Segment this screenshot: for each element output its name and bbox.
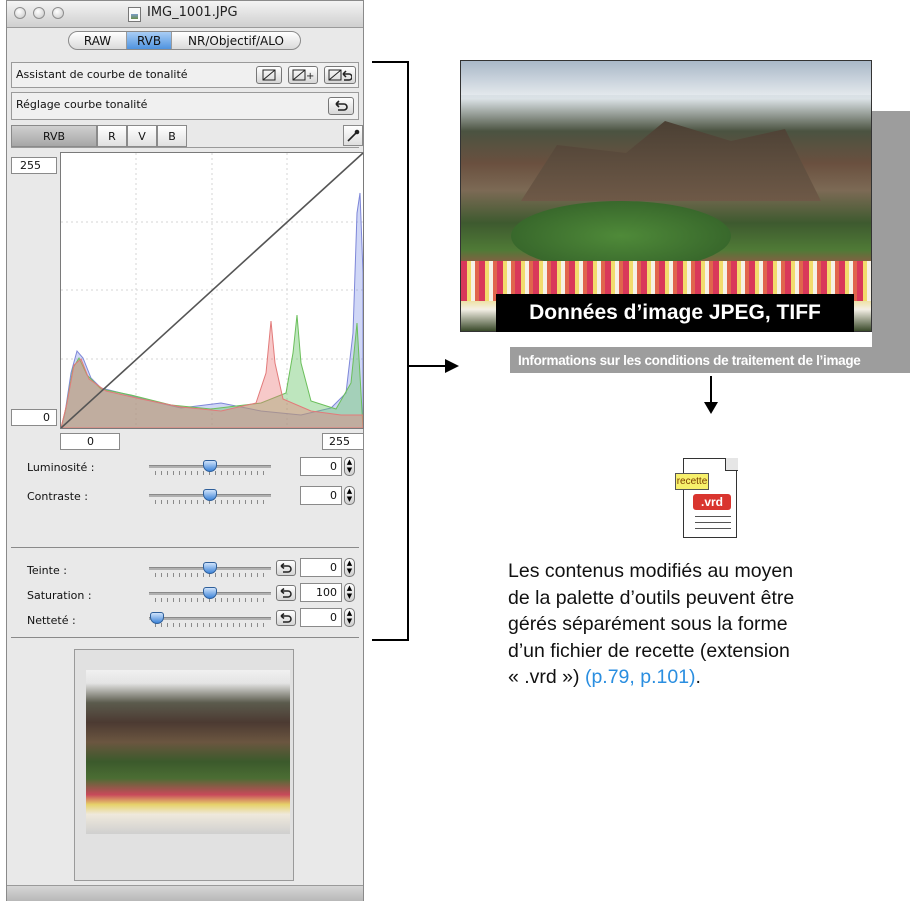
sharpness-label: Netteté : [27,614,76,627]
title-bar[interactable]: IMG_1001.JPG [7,1,363,28]
recipe-tag: recette [675,473,709,490]
tone-curve-label: Réglage courbe tonalité [16,98,148,111]
window-title: IMG_1001.JPG [147,5,238,20]
tab-nr-objectif-alo[interactable]: NR/Objectif/ALO [172,32,300,49]
close-window-icon[interactable] [14,7,26,19]
desc-line-3: gérés séparément sous la forme [508,613,788,636]
eyedropper-icon [347,129,360,142]
curve-reset-icon [262,69,276,81]
hue-label: Teinte : [27,564,67,577]
brightness-label: Luminosité : [27,461,95,474]
tone-curve-assist-section: Assistant de courbe de tonalité + [11,62,359,88]
curve-input-min-label: 0 [60,433,120,450]
sharpness-stepper[interactable]: ▲ ▼ [344,608,355,627]
curve-reset-button[interactable] [256,66,282,84]
contrast-value[interactable]: 0 [300,486,342,505]
tab-rvb[interactable]: RVB [127,32,172,49]
contrast-stepper[interactable]: ▲ ▼ [344,486,355,505]
undo-arrow-icon [280,588,292,598]
curve-input-max-label: 255 [322,433,364,450]
svg-text:+: + [306,71,314,81]
photo-sky [461,61,871,95]
processing-info-caption: Informations sur les conditions de trait… [510,347,910,373]
bracket-arrow-line [407,365,449,367]
tab-raw[interactable]: RAW [69,32,127,49]
section-divider [11,637,359,638]
desc-line-4: d’un fichier de recette (extension [508,639,790,662]
hue-value[interactable]: 0 [300,558,342,577]
curve-output-max-label: 255 [11,157,57,174]
photo-house [521,121,821,201]
undo-arrow-icon [280,563,292,573]
preview-thumbnail [86,670,290,834]
channel-tab-r[interactable]: R [97,125,127,147]
curve-auto-undo-button[interactable] [324,66,356,84]
undo-arrow-icon [335,100,348,111]
brightness-stepper[interactable]: ▲ ▼ [344,457,355,476]
palette-tabs: RAW RVB NR/Objectif/ALO [68,31,301,50]
window-bottom-bar [7,885,363,901]
desc-line-2: de la palette d’outils peuvent être [508,586,795,609]
recipe-file-lines [695,516,731,534]
image-data-banner: Données d’image JPEG, TIFF [496,294,854,332]
contrast-label: Contraste : [27,490,88,503]
desc-line-5: « .vrd ») (p.79, p.101). [508,664,910,691]
channel-tab-rvb[interactable]: RVB [11,125,97,147]
bracket-bottom [372,639,409,641]
sharpness-slider-track[interactable] [149,617,271,620]
caption-gray-block [872,111,910,347]
page-reference-link[interactable]: (p.79, p.101) [585,666,696,688]
tone-curve-assist-label: Assistant de courbe de tonalité [16,68,188,81]
recipe-file-fold [725,458,738,471]
image-file-icon [128,7,141,22]
recipe-description: Les contenus modifiés au moyen de la pal… [508,558,910,691]
zoom-window-icon[interactable] [52,7,64,19]
channel-tab-v[interactable]: V [127,125,157,147]
saturation-label: Saturation : [27,589,92,602]
channel-tab-b[interactable]: B [157,125,187,147]
tone-curve-graph[interactable] [60,152,364,429]
vrd-extension-badge: .vrd [693,494,731,510]
navigator-preview[interactable] [74,649,294,881]
sharpness-slider-ticks [155,623,267,627]
saturation-stepper[interactable]: ▲ ▼ [344,583,355,602]
hue-stepper[interactable]: ▲ ▼ [344,558,355,577]
bracket-top [372,61,409,63]
tone-curve-reset-button[interactable] [328,97,354,115]
curve-undo-icon [328,69,352,81]
channel-tabs: RVB R V B [11,123,363,148]
arrow-down-icon [704,402,718,414]
sharpness-value[interactable]: 0 [300,608,342,627]
curve-auto-plus-icon: + [292,69,314,81]
sample-photo [460,60,872,332]
curve-auto-plus-button[interactable]: + [288,66,318,84]
arrow-right-icon [445,359,459,373]
histogram-curve-svg [60,152,364,429]
eyedropper-button[interactable] [343,125,363,146]
saturation-reset-button[interactable] [276,585,296,601]
curve-output-min-label: 0 [11,409,57,426]
minimize-window-icon[interactable] [33,7,45,19]
brightness-value[interactable]: 0 [300,457,342,476]
hue-reset-button[interactable] [276,560,296,576]
desc-end: . [695,666,701,689]
undo-arrow-icon [280,613,292,623]
sharpness-reset-button[interactable] [276,610,296,626]
tool-palette-window: IMG_1001.JPG RAW RVB NR/Objectif/ALO Ass… [6,0,364,901]
saturation-value[interactable]: 100 [300,583,342,602]
section-divider [11,547,359,548]
desc-last: « .vrd ») [508,666,580,689]
desc-line-1: Les contenus modifiés au moyen [508,560,794,582]
tone-curve-section: Réglage courbe tonalité [11,92,359,120]
bracket-vertical [407,61,409,641]
